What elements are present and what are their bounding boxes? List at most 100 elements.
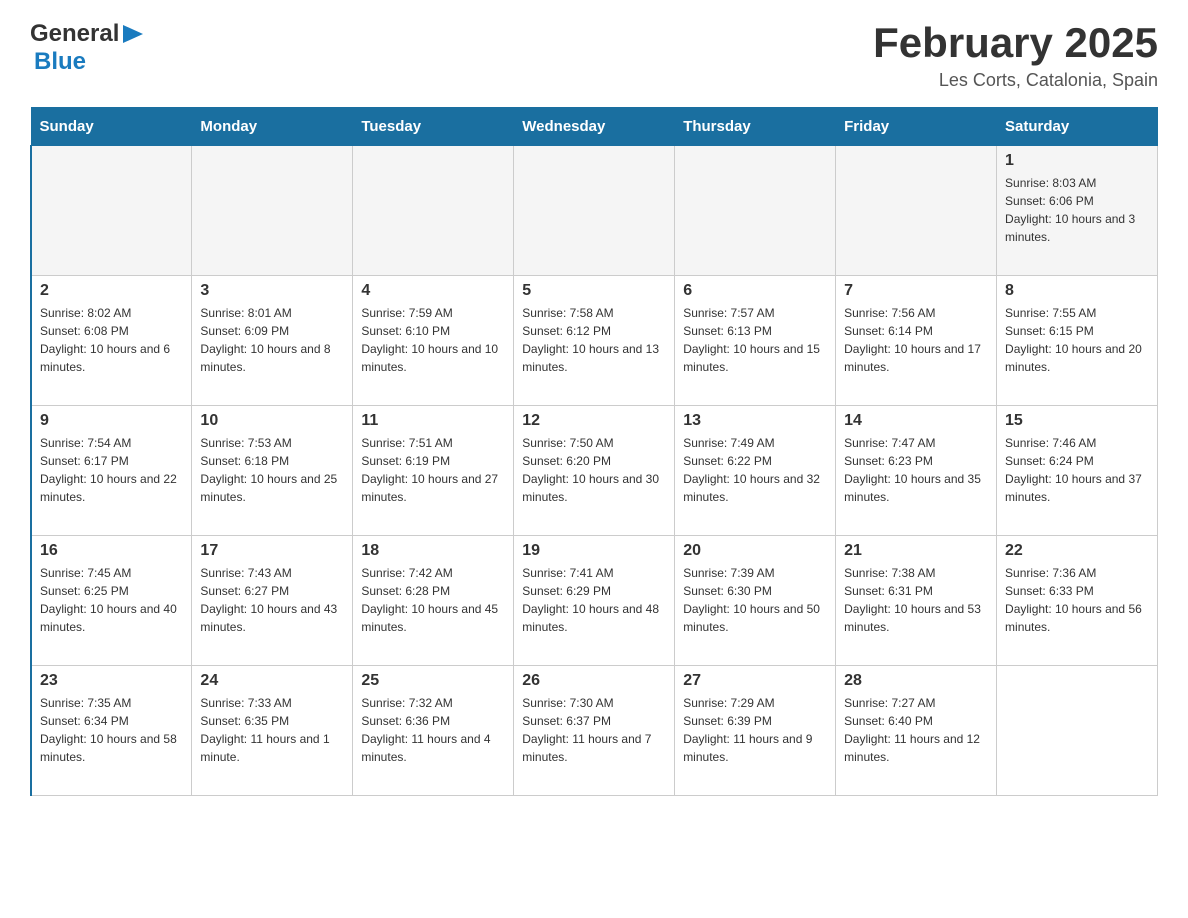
day-number: 19 (522, 542, 666, 560)
day-info: Sunrise: 8:02 AMSunset: 6:08 PMDaylight:… (40, 304, 183, 376)
day-number: 6 (683, 282, 827, 300)
day-info: Sunrise: 7:42 AMSunset: 6:28 PMDaylight:… (361, 564, 505, 636)
day-number: 9 (40, 412, 183, 430)
day-number: 11 (361, 412, 505, 430)
table-row: 17 Sunrise: 7:43 AMSunset: 6:27 PMDayligh… (192, 536, 353, 666)
day-info: Sunrise: 7:41 AMSunset: 6:29 PMDaylight:… (522, 564, 666, 636)
day-number: 5 (522, 282, 666, 300)
day-info: Sunrise: 7:39 AMSunset: 6:30 PMDaylight:… (683, 564, 827, 636)
table-row: 19 Sunrise: 7:41 AMSunset: 6:29 PMDayligh… (514, 536, 675, 666)
table-row (836, 146, 997, 276)
logo-text-blue: Blue (34, 48, 86, 75)
table-row: 13 Sunrise: 7:49 AMSunset: 6:22 PMDayligh… (675, 406, 836, 536)
day-info: Sunrise: 8:01 AMSunset: 6:09 PMDaylight:… (200, 304, 344, 376)
day-info: Sunrise: 7:36 AMSunset: 6:33 PMDaylight:… (1005, 564, 1149, 636)
logo-text-general: General (30, 20, 119, 48)
header-saturday: Saturday (997, 108, 1158, 146)
table-row (514, 146, 675, 276)
day-number: 23 (40, 672, 183, 690)
table-row: 3Sunrise: 8:01 AMSunset: 6:09 PMDaylight… (192, 276, 353, 406)
day-info: Sunrise: 7:45 AMSunset: 6:25 PMDaylight:… (40, 564, 183, 636)
day-info: Sunrise: 7:56 AMSunset: 6:14 PMDaylight:… (844, 304, 988, 376)
day-number: 18 (361, 542, 505, 560)
table-row: 28 Sunrise: 7:27 AMSunset: 6:40 PMDayligh… (836, 666, 997, 796)
day-number: 22 (1005, 542, 1149, 560)
calendar-week-row: 1 Sunrise: 8:03 AMSunset: 6:06 PMDaylight… (31, 146, 1158, 276)
calendar-subtitle: Les Corts, Catalonia, Spain (873, 70, 1158, 91)
table-row (997, 666, 1158, 796)
table-row: 7 Sunrise: 7:56 AMSunset: 6:14 PMDaylight… (836, 276, 997, 406)
day-info: Sunrise: 7:53 AMSunset: 6:18 PMDaylight:… (200, 434, 344, 506)
logo-triangle-icon (119, 23, 147, 45)
day-info: Sunrise: 7:59 AMSunset: 6:10 PMDaylight:… (361, 304, 505, 376)
day-number: 10 (200, 412, 344, 430)
table-row: 11 Sunrise: 7:51 AMSunset: 6:19 PMDayligh… (353, 406, 514, 536)
day-number: 28 (844, 672, 988, 690)
day-number: 14 (844, 412, 988, 430)
calendar-week-row: 2 Sunrise: 8:02 AMSunset: 6:08 PMDaylight… (31, 276, 1158, 406)
day-info: Sunrise: 7:38 AMSunset: 6:31 PMDaylight:… (844, 564, 988, 636)
calendar-table: Sunday Monday Tuesday Wednesday Thursday… (30, 107, 1158, 796)
day-info: Sunrise: 8:03 AMSunset: 6:06 PMDaylight:… (1005, 174, 1149, 246)
day-number: 1 (1005, 152, 1149, 170)
day-number: 2 (40, 282, 183, 300)
header-sunday: Sunday (31, 108, 192, 146)
table-row: 14Sunrise: 7:47 AMSunset: 6:23 PMDayligh… (836, 406, 997, 536)
day-number: 25 (361, 672, 505, 690)
day-number: 24 (200, 672, 344, 690)
header-friday: Friday (836, 108, 997, 146)
weekday-header-row: Sunday Monday Tuesday Wednesday Thursday… (31, 108, 1158, 146)
day-info: Sunrise: 7:54 AMSunset: 6:17 PMDaylight:… (40, 434, 183, 506)
header-thursday: Thursday (675, 108, 836, 146)
day-number: 15 (1005, 412, 1149, 430)
day-number: 13 (683, 412, 827, 430)
day-number: 4 (361, 282, 505, 300)
table-row: 26Sunrise: 7:30 AMSunset: 6:37 PMDayligh… (514, 666, 675, 796)
table-row (192, 146, 353, 276)
table-row: 20 Sunrise: 7:39 AMSunset: 6:30 PMDayligh… (675, 536, 836, 666)
day-number: 17 (200, 542, 344, 560)
day-info: Sunrise: 7:49 AMSunset: 6:22 PMDaylight:… (683, 434, 827, 506)
table-row: 25Sunrise: 7:32 AMSunset: 6:36 PMDayligh… (353, 666, 514, 796)
day-info: Sunrise: 7:43 AMSunset: 6:27 PMDaylight:… (200, 564, 344, 636)
day-number: 12 (522, 412, 666, 430)
day-number: 7 (844, 282, 988, 300)
table-row: 22 Sunrise: 7:36 AMSunset: 6:33 PMDayligh… (997, 536, 1158, 666)
header-tuesday: Tuesday (353, 108, 514, 146)
table-row: 23 Sunrise: 7:35 AMSunset: 6:34 PMDayligh… (31, 666, 192, 796)
table-row: 10 Sunrise: 7:53 AMSunset: 6:18 PMDayligh… (192, 406, 353, 536)
day-number: 16 (40, 542, 183, 560)
table-row: 15Sunrise: 7:46 AMSunset: 6:24 PMDayligh… (997, 406, 1158, 536)
page-header: General Blue February 2025 Les Corts, Ca… (30, 20, 1158, 91)
table-row: 2 Sunrise: 8:02 AMSunset: 6:08 PMDaylight… (31, 276, 192, 406)
table-row: 27 Sunrise: 7:29 AMSunset: 6:39 PMDayligh… (675, 666, 836, 796)
day-info: Sunrise: 7:58 AMSunset: 6:12 PMDaylight:… (522, 304, 666, 376)
header-wednesday: Wednesday (514, 108, 675, 146)
table-row (675, 146, 836, 276)
day-number: 8 (1005, 282, 1149, 300)
day-number: 27 (683, 672, 827, 690)
day-number: 26 (522, 672, 666, 690)
table-row: 5 Sunrise: 7:58 AMSunset: 6:12 PMDaylight… (514, 276, 675, 406)
table-row (31, 146, 192, 276)
table-row (353, 146, 514, 276)
table-row: 6 Sunrise: 7:57 AMSunset: 6:13 PMDaylight… (675, 276, 836, 406)
table-row: 8 Sunrise: 7:55 AMSunset: 6:15 PMDaylight… (997, 276, 1158, 406)
table-row: 24 Sunrise: 7:33 AMSunset: 6:35 PMDayligh… (192, 666, 353, 796)
day-info: Sunrise: 7:27 AMSunset: 6:40 PMDaylight:… (844, 694, 988, 766)
calendar-title: February 2025 (873, 20, 1158, 66)
table-row: 16 Sunrise: 7:45 AMSunset: 6:25 PMDayligh… (31, 536, 192, 666)
day-info: Sunrise: 7:55 AMSunset: 6:15 PMDaylight:… (1005, 304, 1149, 376)
day-info: Sunrise: 7:33 AMSunset: 6:35 PMDaylight:… (200, 694, 344, 766)
day-info: Sunrise: 7:51 AMSunset: 6:19 PMDaylight:… (361, 434, 505, 506)
day-info: Sunrise: 7:29 AMSunset: 6:39 PMDaylight:… (683, 694, 827, 766)
title-section: February 2025 Les Corts, Catalonia, Spai… (873, 20, 1158, 91)
day-number: 21 (844, 542, 988, 560)
day-info: Sunrise: 7:35 AMSunset: 6:34 PMDaylight:… (40, 694, 183, 766)
day-number: 20 (683, 542, 827, 560)
day-info: Sunrise: 7:50 AMSunset: 6:20 PMDaylight:… (522, 434, 666, 506)
calendar-week-row: 23 Sunrise: 7:35 AMSunset: 6:34 PMDayligh… (31, 666, 1158, 796)
table-row: 21 Sunrise: 7:38 AMSunset: 6:31 PMDayligh… (836, 536, 997, 666)
day-info: Sunrise: 7:57 AMSunset: 6:13 PMDaylight:… (683, 304, 827, 376)
table-row: 4 Sunrise: 7:59 AMSunset: 6:10 PMDaylight… (353, 276, 514, 406)
